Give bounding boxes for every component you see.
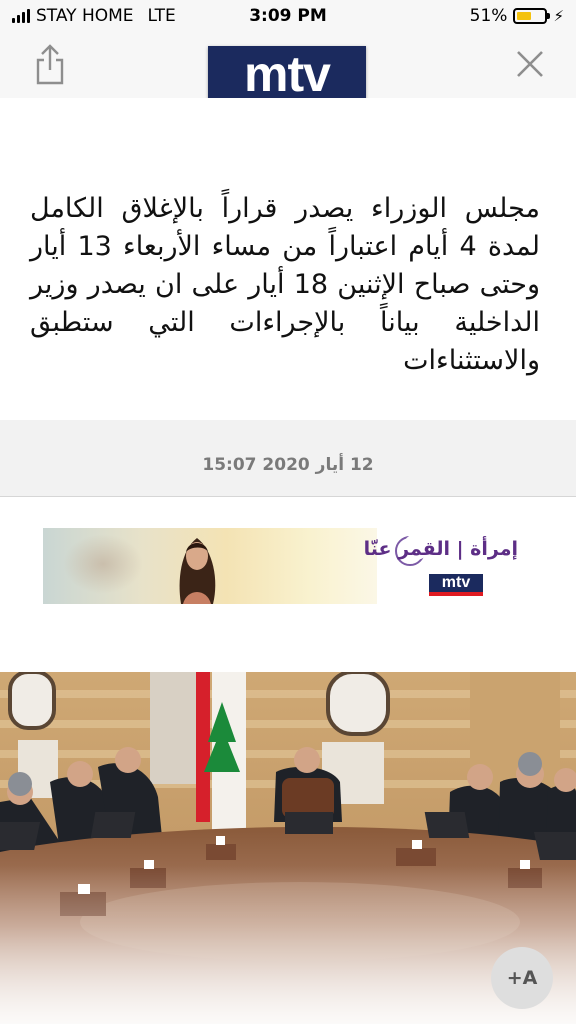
article-date: 12 أيار 2020 15:07: [202, 455, 374, 475]
share-button[interactable]: [30, 44, 70, 86]
status-bar: STAY HOME LTE 3:09 PM 51% ⚡︎: [0, 0, 576, 32]
date-section: 12 أيار 2020 15:07: [0, 420, 576, 497]
battery-percent: 51%: [469, 6, 508, 26]
status-right: 51% ⚡︎: [470, 6, 564, 26]
ad-banner[interactable]: إمرأة | القمر عنّا mtv: [43, 528, 534, 604]
ad-brand-panel: إمرأة | القمر عنّا mtv: [364, 528, 534, 604]
ad-photo: [43, 528, 377, 604]
cabinet-meeting-image: [0, 672, 576, 1024]
ad-mtv-logo: mtv: [429, 574, 483, 596]
article-photo: [0, 672, 576, 1024]
charging-icon: ⚡︎: [553, 7, 564, 25]
font-size-button[interactable]: +A: [491, 947, 553, 1009]
close-icon: [517, 51, 543, 77]
app-header: mtv: [0, 32, 576, 108]
share-icon: [36, 44, 64, 85]
ad-logo-red-bar: [429, 592, 483, 596]
logo-wordmark: mtv: [244, 46, 331, 102]
ad-logo-wordmark: mtv: [441, 574, 471, 591]
ad-title: إمرأة | القمر عنّا: [363, 538, 518, 560]
battery-fill: [517, 12, 531, 20]
headline-section: مجلس الوزراء يصدر قراراً بالإغلاق الكامل…: [0, 98, 576, 420]
ad-background-face: [63, 534, 143, 594]
article-headline: مجلس الوزراء يصدر قراراً بالإغلاق الكامل…: [30, 193, 540, 376]
close-button[interactable]: [514, 48, 546, 80]
ad-woman-figure: [179, 538, 216, 604]
battery-icon: [513, 8, 551, 24]
